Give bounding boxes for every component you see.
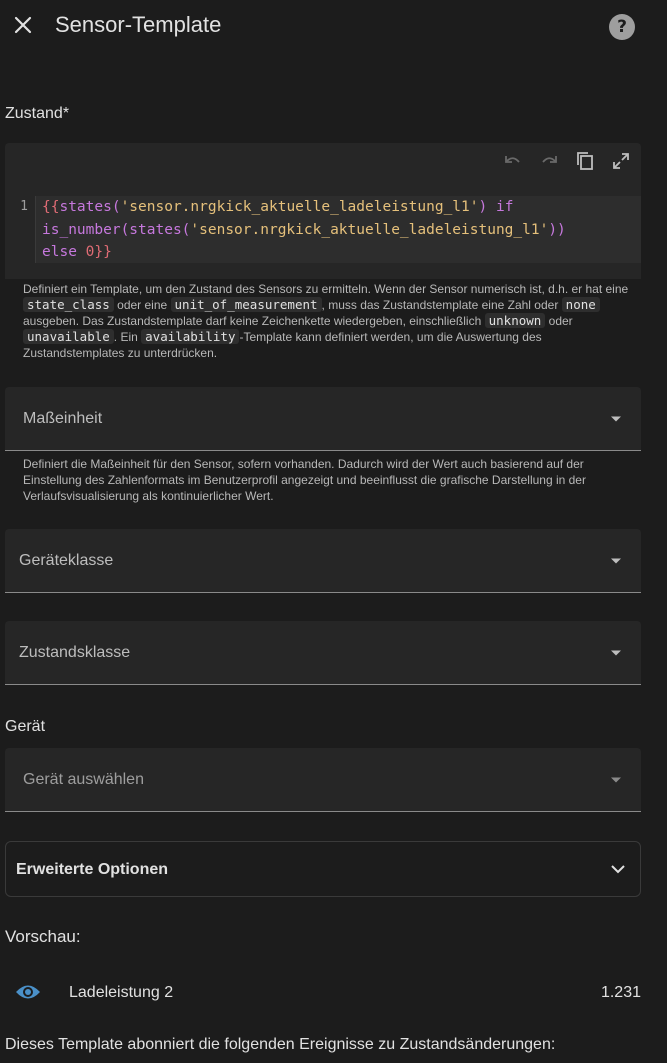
preview-entity-value: 1.231 [600,984,641,1001]
close-button[interactable] [8,10,38,40]
state-helper-text: Definiert ein Template, um den Zustand d… [23,281,633,361]
helper-code: none [561,297,600,312]
preview-entity-name: Ladeleistung 2 [69,984,174,1001]
state-class-label: Zustandsklasse [19,643,131,661]
chevron-down-icon [611,865,625,874]
device-class-label: Geräteklasse [19,551,114,569]
code-token: ) [478,199,488,215]
chevron-down-icon [611,416,621,421]
helper-text-part: oder eine [117,298,168,312]
helper-text-part: Definiert ein Template, um den Zustand d… [23,282,629,296]
device-class-select[interactable]: Geräteklasse [5,529,641,593]
device-picker[interactable]: Gerät auswählen [5,748,641,812]
code-token: else [42,244,86,260]
dialog-header: Sensor-Template ? [0,0,667,56]
advanced-options-expander[interactable]: Erweiterte Optionen [5,841,641,897]
state-class-select[interactable]: Zustandsklasse [5,621,641,685]
code-token: {{ [42,199,60,215]
unit-select[interactable]: Maßeinheit [5,387,641,451]
code-token: 'sensor.nrgkick_aktuelle_ladeleistung_l1… [190,221,549,238]
helper-code: availability [141,329,240,344]
code-area[interactable]: 1 {{states('sensor.nrgkick_aktuelle_lade… [5,196,641,263]
device-label: Gerät [5,718,46,735]
helper-code: state_class [23,297,114,312]
code-token: is_number(states( [42,221,191,238]
code-token: )) [548,221,566,238]
chevron-down-icon [611,777,621,782]
undo-icon [505,156,520,163]
helper-code: unavailable [23,329,114,344]
eye-icon [16,985,40,999]
chevron-down-icon [611,650,621,655]
help-icon: ? [617,17,627,37]
preview-entity-row: Ladeleistung 2 1.231 [5,975,641,1011]
redo-icon [542,156,557,163]
unit-select-label: Maßeinheit [23,409,103,427]
copy-icon [577,152,593,170]
device-placeholder: Gerät auswählen [23,770,144,788]
close-icon [14,16,32,34]
state-label: Zustand* [5,105,70,122]
state-template-editor[interactable]: 1 {{states('sensor.nrgkick_aktuelle_lade… [5,143,641,279]
helper-text-part: , muss das Zustandstemplate eine Zahl od… [321,298,559,312]
editor-toolbar [499,148,635,174]
subscription-text: Dieses Template abonniert die folgenden … [5,1036,556,1053]
code-token: states( [59,199,121,215]
chevron-down-icon [611,558,621,563]
preview-label: Vorschau: [5,927,81,946]
helper-text-part: oder [548,314,573,328]
code-token: 'sensor.nrgkick_aktuelle_ladeleistung_l1… [120,199,479,215]
code-content[interactable]: {{states('sensor.nrgkick_aktuelle_ladele… [35,196,641,263]
undo-button[interactable] [499,148,527,174]
helper-text-part: . Ein [113,330,138,344]
code-token: }} [94,244,112,260]
line-number: 1 [20,199,28,214]
helper-code: unknown [484,313,546,328]
helper-text-part: ausgeben. Das Zustandstemplate darf kein… [23,314,482,328]
help-button[interactable]: ? [609,14,635,40]
code-token: if [487,199,514,215]
advanced-options-label: Erweiterte Optionen [16,861,169,878]
unit-helper-text: Definiert die Maßeinheit für den Sensor,… [23,457,586,503]
helper-code: unit_of_measurement [170,297,322,312]
copy-button[interactable] [571,148,599,174]
dialog-title: Sensor-Template [55,12,222,37]
fullscreen-button[interactable] [607,148,635,174]
expand-icon [613,153,629,169]
redo-button[interactable] [535,148,563,174]
